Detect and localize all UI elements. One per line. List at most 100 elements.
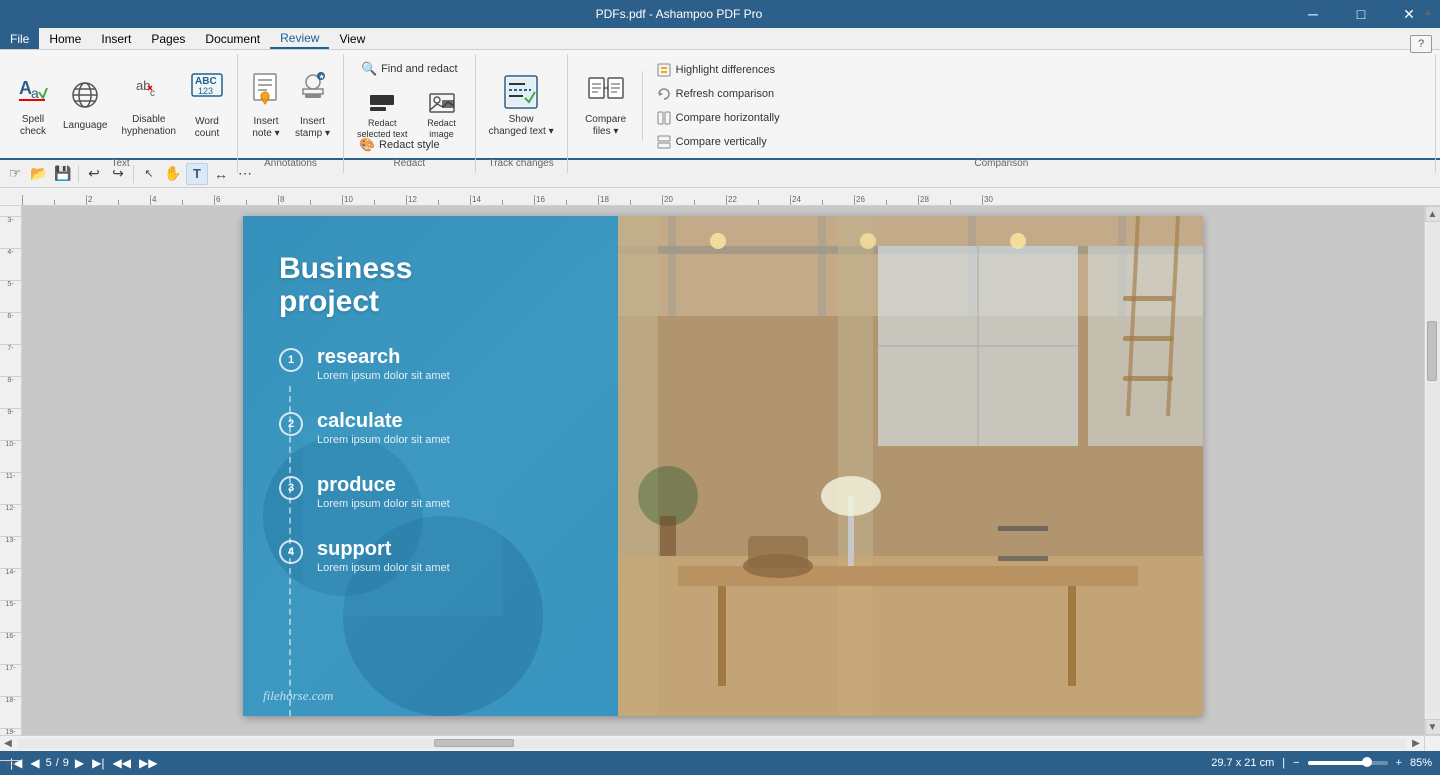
menu-file[interactable]: File	[0, 28, 39, 49]
title-bar: PDFs.pdf - Ashampoo PDF Pro ─ □ ✕	[0, 0, 1440, 28]
compare-vertically-button[interactable]: Compare vertically	[649, 131, 787, 153]
insert-stamp-button[interactable]: ★ Insertstamp ▾	[290, 68, 335, 144]
vertical-scrollbar[interactable]: ▲ ▼	[1424, 206, 1440, 735]
disable-hyphenation-label: Disablehyphenation	[122, 114, 177, 138]
redact-selected-text-icon	[368, 92, 396, 118]
word-count-icon: ABC 123	[190, 72, 224, 114]
compare-files-icon-svg	[587, 74, 625, 110]
compare-h-icon	[656, 110, 672, 126]
insert-note-label: Insertnote ▾	[252, 116, 279, 140]
redact-style-icon: 🎨	[359, 137, 375, 153]
disable-hyphenation-button[interactable]: ab c Disablehyphenation	[117, 68, 182, 144]
watermark: filehorse.com	[263, 688, 333, 704]
left-ruler-mark-5: 5-	[0, 280, 21, 288]
insert-note-button[interactable]: Insertnote ▾	[246, 68, 286, 144]
ribbon-group-redact: 🔍 Find and redact	[344, 54, 476, 173]
doc-item-1: 1 research Lorem ipsum dolor sit amet	[279, 346, 450, 382]
menu-view[interactable]: View	[329, 28, 375, 49]
menu-pages[interactable]: Pages	[141, 28, 195, 49]
left-ruler-mark-18: 18-	[0, 696, 21, 704]
highlight-differences-button[interactable]: Highlight differences	[649, 59, 787, 81]
menu-home[interactable]: Home	[39, 28, 91, 49]
compare-files-icon	[587, 74, 625, 114]
redact-style-button[interactable]: 🎨 Redact style	[352, 134, 447, 156]
doc-item-2: 2 calculate Lorem ipsum dolor sit amet	[279, 410, 450, 446]
left-ruler-mark-19: 19-	[0, 728, 21, 736]
nav-last-button[interactable]: ▶|	[90, 756, 106, 770]
ribbon-group-annotations: Insertnote ▾ ★ Insertstamp ▾	[238, 54, 344, 173]
ruler-mark-21	[694, 200, 726, 205]
left-ruler-mark-16: 16-	[0, 632, 21, 640]
scroll-left-button[interactable]: ◀	[0, 737, 16, 751]
ruler-mark-30: 30	[982, 195, 1014, 205]
horizontal-scrollbar[interactable]: ◀ ▶	[0, 736, 1424, 751]
menu-bar: File Home Insert Pages Document Review V…	[0, 28, 1440, 50]
scroll-track[interactable]	[1426, 222, 1440, 719]
menu-insert[interactable]: Insert	[91, 28, 141, 49]
scroll-right-button[interactable]: ▶	[1408, 737, 1424, 751]
ruler-mark-0	[22, 195, 54, 205]
nav-next-button[interactable]: ▶	[73, 756, 86, 770]
language-label: Language	[63, 120, 108, 132]
highlight-diff-icon	[656, 62, 672, 78]
page-navigation: |◀ ◀ 5 / 9 ▶ ▶| ◀◀ ▶▶	[8, 756, 159, 770]
menu-document[interactable]: Document	[195, 28, 270, 49]
horizontal-scrollbar-area: ◀ ▶	[0, 735, 1440, 751]
ruler-mark-13	[438, 200, 470, 205]
menu-review[interactable]: Review	[270, 28, 329, 49]
minimize-button[interactable]: ─	[1290, 0, 1336, 28]
scroll-down-button[interactable]: ▼	[1425, 719, 1440, 735]
hyphenation-icon-svg: ab c	[134, 74, 164, 104]
redact-group-label: Redact	[352, 156, 467, 171]
find-redact-icon: 🔍	[361, 61, 377, 77]
ruler-mark-15	[502, 200, 534, 205]
doc-right-image	[618, 216, 1203, 716]
scroll-up-button[interactable]: ▲	[1425, 206, 1440, 222]
left-ruler-mark-6: 6-	[0, 312, 21, 320]
doc-item-1-title: research	[317, 346, 450, 369]
nav-forward-button[interactable]: ▶▶	[137, 756, 159, 770]
word-count-button[interactable]: ABC 123 Wordcount	[185, 68, 229, 144]
left-ruler-mark-8: 8-	[0, 376, 21, 384]
spell-icon-svg: A a	[17, 74, 49, 106]
ruler-mark-14: 14	[470, 195, 502, 205]
scroll-thumb[interactable]	[1427, 321, 1437, 381]
compare-v-icon	[656, 134, 672, 150]
h-scroll-thumb[interactable]	[434, 739, 514, 747]
ruler-mark-1	[54, 200, 86, 205]
show-changed-text-button[interactable]: Showchanged text ▾	[484, 68, 559, 144]
ribbon-collapse-button[interactable]: ▲	[1420, 4, 1436, 20]
nav-prev-button[interactable]: ◀	[28, 756, 41, 770]
ruler-mark-4: 4	[150, 195, 182, 205]
h-scroll-track[interactable]	[18, 739, 1406, 749]
find-and-redact-button[interactable]: 🔍 Find and redact	[354, 58, 464, 80]
language-button[interactable]: Language	[58, 68, 113, 144]
show-changed-text-icon	[503, 74, 539, 114]
zoom-slider[interactable]	[1308, 761, 1388, 765]
help-button[interactable]: ?	[1410, 35, 1432, 53]
spell-check-label: Spellcheck	[20, 114, 46, 138]
annotations-group-label: Annotations	[246, 156, 335, 171]
insert-stamp-label: Insertstamp ▾	[295, 116, 330, 140]
doc-item-1-sub: Lorem ipsum dolor sit amet	[317, 370, 450, 382]
spell-check-button[interactable]: A a Spellcheck	[12, 68, 54, 144]
ruler-mark-8: 8	[278, 195, 310, 205]
ruler-mark-25	[822, 200, 854, 205]
ruler-mark-11	[374, 200, 406, 205]
word-count-icon-svg: ABC 123	[190, 72, 224, 106]
refresh-comparison-button[interactable]: Refresh comparison	[649, 83, 787, 105]
maximize-button[interactable]: □	[1338, 0, 1384, 28]
doc-item-1-text: research Lorem ipsum dolor sit amet	[317, 346, 450, 382]
comparison-options: Highlight differences Refresh comparison…	[649, 59, 787, 153]
left-ruler-mark-13: 13-	[0, 536, 21, 544]
left-ruler-mark-11: 11-	[0, 472, 21, 480]
svg-text:ab: ab	[136, 78, 150, 93]
ruler: // Ruler will be generated by JS 2468101…	[0, 188, 1440, 206]
ruler-mark-24: 24	[790, 195, 822, 205]
doc-items: 1 research Lorem ipsum dolor sit amet 2 …	[279, 346, 450, 602]
doc-item-4-sub: Lorem ipsum dolor sit amet	[317, 562, 450, 574]
compare-files-button[interactable]: Comparefiles ▾	[576, 68, 636, 144]
nav-back-button[interactable]: ◀◀	[111, 756, 133, 770]
svg-text:a: a	[31, 85, 39, 101]
compare-horizontally-button[interactable]: Compare horizontally	[649, 107, 787, 129]
